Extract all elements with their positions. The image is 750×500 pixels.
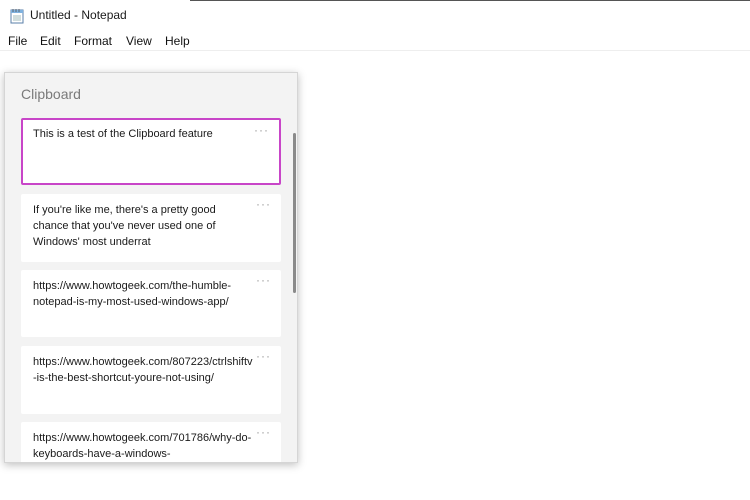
more-options-icon[interactable]: ··· [256,424,271,440]
more-options-icon[interactable]: ··· [256,196,271,212]
clipboard-item[interactable]: This is a test of the Clipboard feature … [21,118,281,185]
menu-view[interactable]: View [126,34,152,48]
menu-help[interactable]: Help [165,34,190,48]
menu-edit[interactable]: Edit [40,34,61,48]
more-options-icon[interactable]: ··· [254,122,269,138]
clipboard-item[interactable]: https://www.howtogeek.com/807223/ctrlshi… [21,346,281,414]
notepad-icon [10,8,24,24]
clipboard-title: Clipboard [21,86,81,102]
clipboard-item-text: https://www.howtogeek.com/807223/ctrlshi… [33,356,253,384]
clipboard-item-text: This is a test of the Clipboard feature [33,128,213,140]
title-bar-divider [190,0,750,1]
clipboard-history-panel: Clipboard This is a test of the Clipboar… [4,72,298,463]
menu-format[interactable]: Format [74,34,112,48]
clipboard-item-text: https://www.howtogeek.com/the-humble-not… [33,280,231,308]
clipboard-item[interactable]: https://www.howtogeek.com/the-humble-not… [21,270,281,337]
clipboard-item[interactable]: If you're like me, there's a pretty good… [21,194,281,262]
more-options-icon[interactable]: ··· [256,272,271,288]
menu-bar: File Edit Format View Help [0,31,750,51]
clipboard-item-text: https://www.howtogeek.com/701786/why-do-… [33,432,251,460]
menu-file[interactable]: File [8,34,27,48]
window-title: Untitled - Notepad [30,8,127,22]
title-bar: Untitled - Notepad [0,0,750,31]
more-options-icon[interactable]: ··· [256,348,271,364]
clipboard-item[interactable]: https://www.howtogeek.com/701786/why-do-… [21,422,281,463]
clipboard-scrollbar[interactable] [293,133,296,293]
clipboard-item-text: If you're like me, there's a pretty good… [33,204,216,248]
